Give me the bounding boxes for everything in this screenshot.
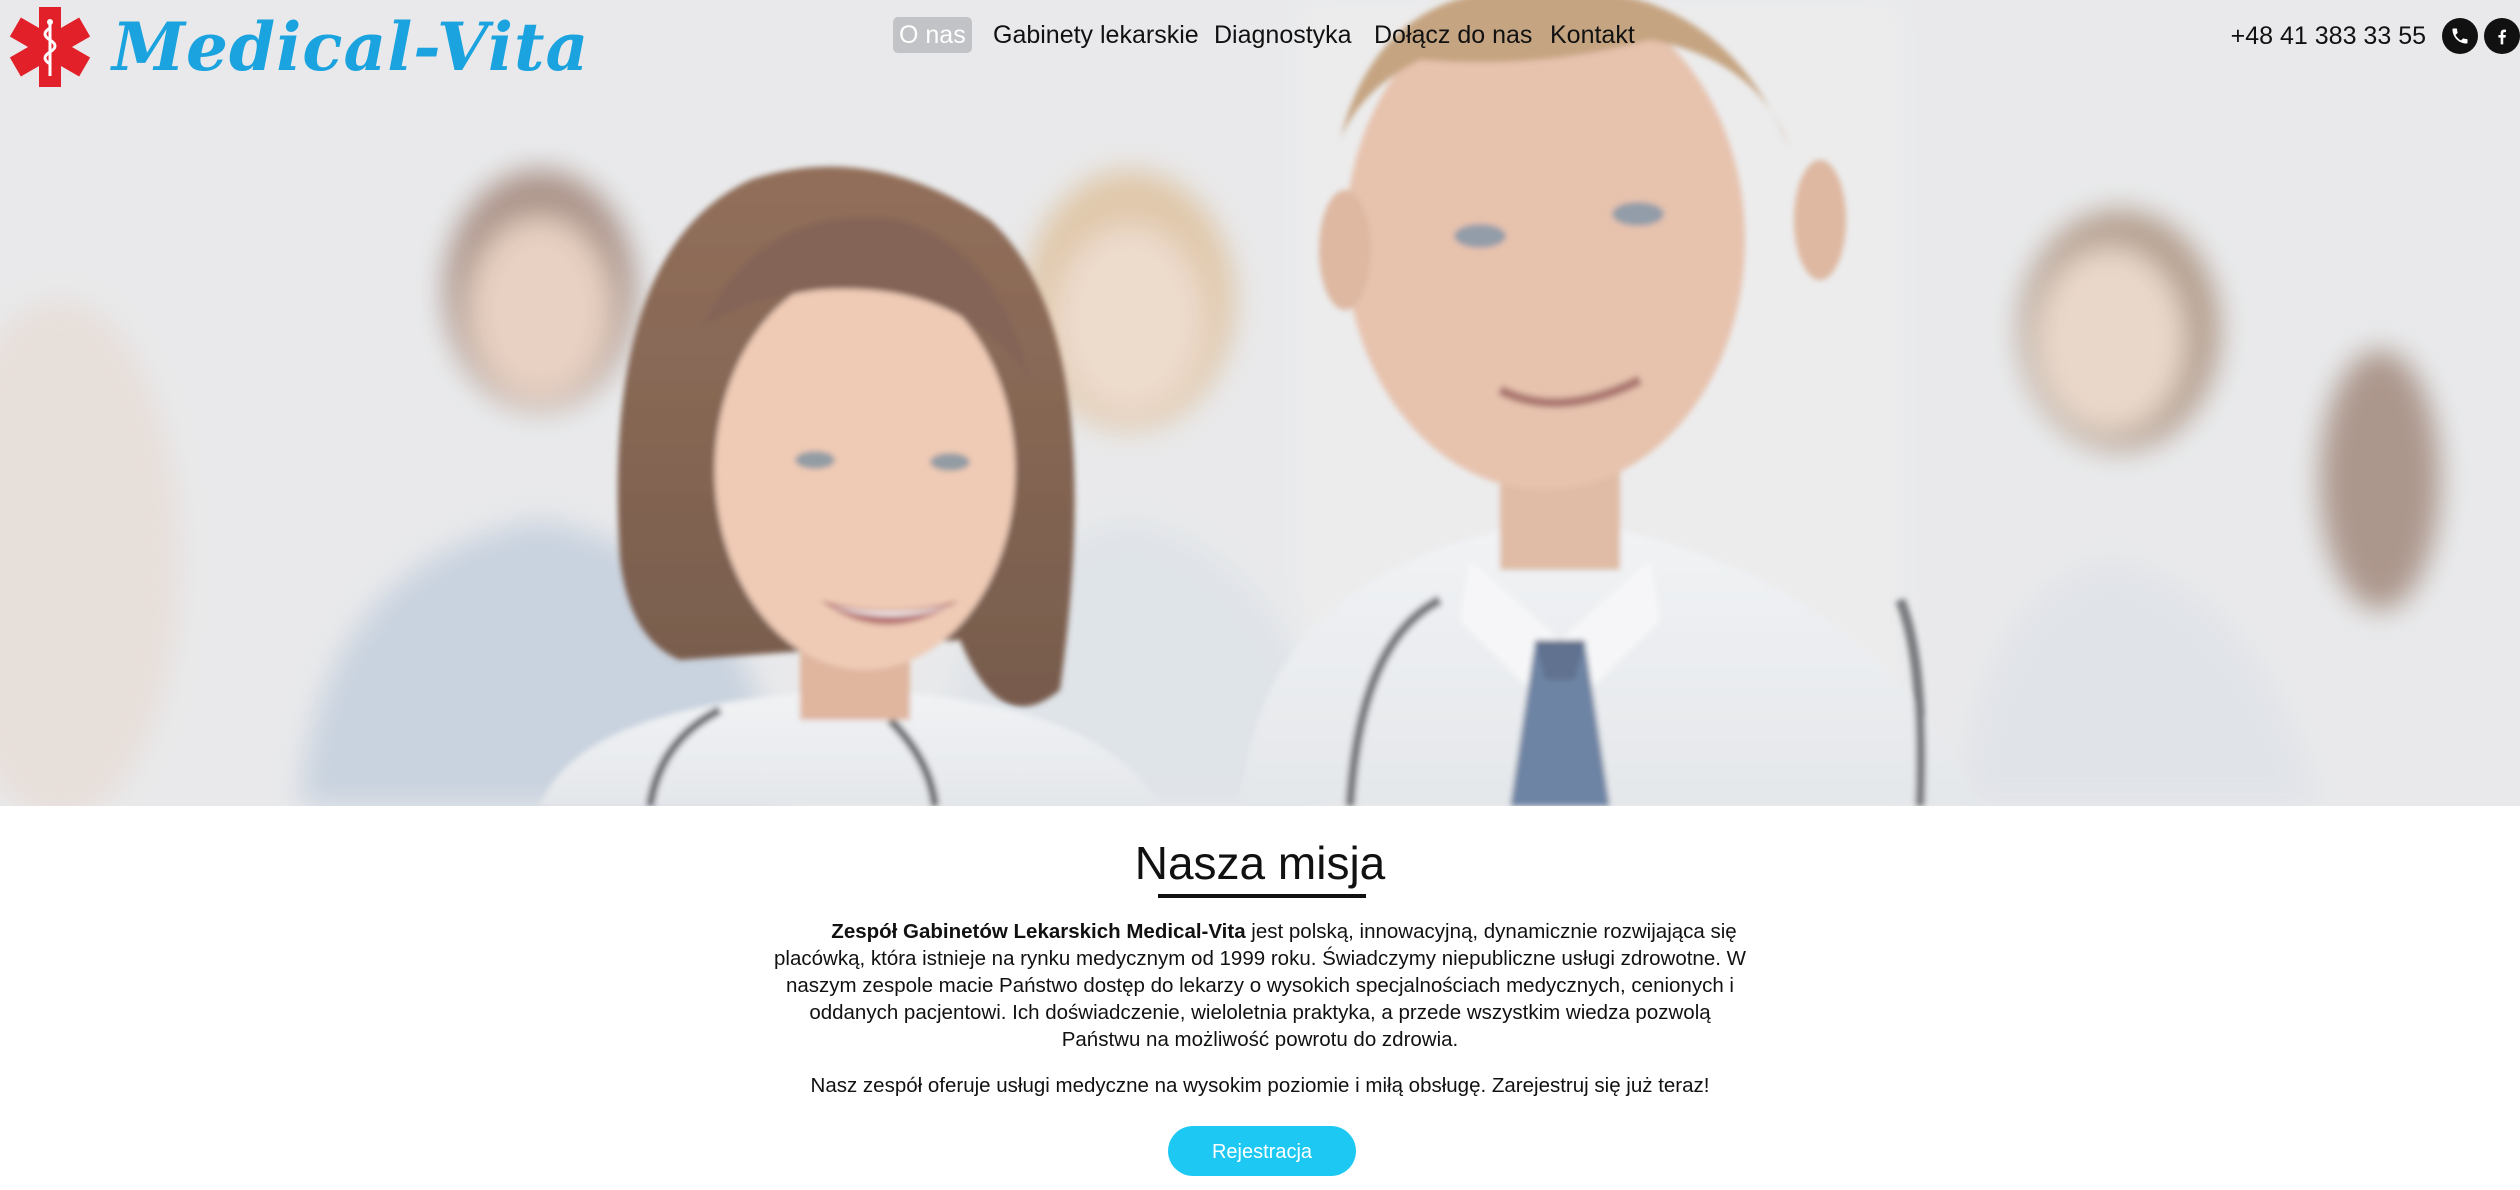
- nav-item-diagnostyka[interactable]: Diagnostyka: [1214, 17, 1352, 53]
- facebook-icon[interactable]: [2484, 18, 2520, 54]
- mission-title: Nasza misja: [1134, 837, 1386, 889]
- header-contact: +48 41 383 33 55: [2231, 17, 2520, 55]
- mission-section: Nasza misja Zespół Gabinetów Lekarskich …: [0, 806, 2520, 1190]
- title-underline: [1158, 894, 1366, 898]
- nav-item-dolacz-do-nas[interactable]: Dołącz do nas: [1374, 17, 1532, 53]
- hero-photo: [0, 0, 2520, 806]
- register-button[interactable]: Rejestracja: [1168, 1126, 1356, 1176]
- hero-banner: Medical-Vita O nas Gabinety lekarskie Di…: [0, 0, 2520, 806]
- phone-number[interactable]: +48 41 383 33 55: [2231, 22, 2426, 51]
- mission-paragraph-1: Zespół Gabinetów Lekarskich Medical-Vita…: [768, 918, 1752, 1053]
- mission-paragraph-2: Nasz zespół oferuje usługi medyczne na w…: [810, 1074, 1710, 1097]
- mission-company-name: Zespół Gabinetów Lekarskich Medical-Vita: [831, 920, 1246, 943]
- nav-item-o-nas[interactable]: O nas: [893, 17, 972, 53]
- main-nav: O nas Gabinety lekarskie Diagnostyka Doł…: [0, 17, 2520, 53]
- nav-item-gabinety-lekarskie[interactable]: Gabinety lekarskie: [993, 17, 1199, 53]
- nav-item-kontakt[interactable]: Kontakt: [1550, 17, 1635, 53]
- phone-icon[interactable]: [2442, 18, 2478, 54]
